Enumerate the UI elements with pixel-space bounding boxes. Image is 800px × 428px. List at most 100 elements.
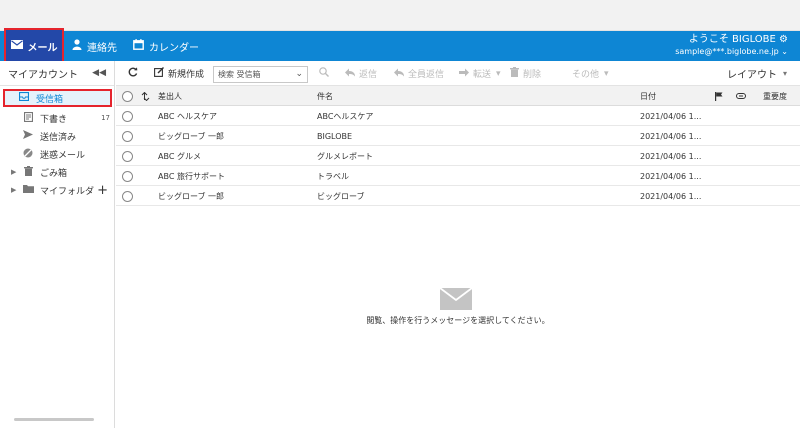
forward-icon — [459, 68, 469, 80]
account-email: sample@***.biglobe.ne.jp — [675, 47, 779, 56]
forward-button[interactable]: 転送 ▾ — [459, 61, 501, 86]
mail-toolbar: 新規作成 検索 受信箱 ⌄ 返信 全員返信 転送 ▾ 削除 その他 ▾ レイアウ… — [116, 61, 800, 86]
search-button[interactable] — [319, 61, 329, 86]
column-importance[interactable]: 重要度 — [763, 86, 787, 106]
collapse-sidebar-icon[interactable]: ◀◀ — [92, 68, 106, 78]
inbox-icon — [18, 91, 30, 104]
reply-all-button[interactable]: 全員返信 — [394, 61, 444, 86]
select-all-checkbox[interactable] — [122, 86, 133, 106]
nav-mail-label: メール — [27, 42, 58, 54]
row-from: ビッグローブ 一郎 — [158, 131, 225, 141]
welcome-text: ようこそ BIGLOBE — [688, 34, 776, 45]
search-input[interactable]: 検索 受信箱 ⌄ — [213, 66, 308, 83]
gear-icon[interactable]: ⚙ — [779, 34, 788, 45]
draft-count-badge: 17 — [101, 114, 110, 122]
sidebar-item-drafts[interactable]: 下書き 17 — [0, 109, 115, 127]
account-menu[interactable]: ようこそ BIGLOBE ⚙ sample@***.biglobe.ne.jp … — [675, 34, 788, 58]
row-date: 2021/04/06 1... — [640, 171, 702, 181]
delete-label: 削除 — [523, 70, 542, 80]
add-folder-icon[interactable]: + — [97, 183, 108, 198]
nav-contacts-tab[interactable]: 連絡先 — [72, 31, 117, 61]
row-date: 2021/04/06 1... — [640, 131, 702, 141]
column-subject[interactable]: 件名 — [317, 86, 333, 106]
row-date: 2021/04/06 1... — [640, 111, 702, 121]
row-subject: ABCヘルスケア — [317, 111, 374, 121]
spam-icon — [22, 148, 34, 161]
reply-icon — [345, 68, 355, 80]
sidebar-item-label: マイフォルダ — [40, 186, 95, 197]
row-from: ABC グルメ — [158, 151, 201, 161]
sent-icon — [22, 130, 34, 142]
nav-calendar-label: カレンダー — [149, 42, 199, 54]
sidebar-item-inbox[interactable]: 受信箱 — [3, 89, 112, 107]
sidebar-item-label: 受信箱 — [36, 94, 64, 105]
search-scope: 検索 受信箱 — [218, 70, 261, 79]
envelope-icon — [439, 287, 473, 313]
calendar-icon — [133, 39, 144, 53]
sidebar-item-label: ごみ箱 — [40, 168, 68, 179]
flag-column-icon[interactable] — [715, 86, 723, 106]
row-checkbox[interactable] — [122, 166, 133, 186]
search-icon — [319, 67, 329, 80]
message-list: ABC ヘルスケア ABCヘルスケア 2021/04/06 1... ビッグロー… — [116, 106, 800, 206]
forward-label: 転送 — [473, 70, 492, 80]
sidebar-item-my-folders[interactable]: ▶ マイフォルダ + — [0, 181, 115, 199]
delete-button[interactable]: 削除 — [510, 61, 541, 86]
sidebar-header: マイアカウント ◀◀ — [0, 61, 114, 86]
nav-calendar-tab[interactable]: カレンダー — [133, 31, 199, 61]
sidebar-item-label: 送信済み — [40, 132, 77, 143]
trash-icon — [22, 165, 34, 179]
layout-button[interactable]: レイアウト ▾ — [727, 61, 787, 86]
other-actions-button[interactable]: その他 ▾ — [572, 61, 609, 86]
refresh-icon — [128, 67, 138, 80]
table-row[interactable]: ABC グルメ グルメレポート 2021/04/06 1... — [116, 146, 800, 166]
chevron-down-icon[interactable]: ⌄ — [781, 47, 788, 56]
row-checkbox[interactable] — [122, 146, 133, 166]
refresh-button[interactable] — [128, 61, 138, 86]
table-row[interactable]: ABC ヘルスケア ABCヘルスケア 2021/04/06 1... — [116, 106, 800, 126]
row-from: ABC 旅行サポート — [158, 171, 225, 181]
chevron-down-icon: ▾ — [496, 68, 501, 79]
nav-mail-tab[interactable]: メール — [4, 28, 64, 64]
expand-triangle-icon[interactable]: ▶ — [11, 168, 16, 176]
column-date[interactable]: 日付 — [640, 86, 656, 106]
attachment-filter-icon[interactable] — [141, 86, 150, 106]
attachment-column-icon[interactable] — [736, 86, 746, 106]
compose-button[interactable]: 新規作成 — [154, 61, 204, 86]
top-navbar: メール 連絡先 カレンダー ようこそ BIGLOBE ⚙ sample@***.… — [0, 28, 800, 64]
sidebar-item-spam[interactable]: 迷惑メール — [0, 145, 115, 163]
mail-icon — [10, 40, 23, 52]
chevron-down-icon[interactable]: ⌄ — [295, 69, 303, 79]
row-from: ビッグローブ 一郎 — [158, 191, 225, 201]
sidebar-scrollbar[interactable] — [14, 418, 94, 421]
preview-pane: 閲覧、操作を行うメッセージを選択してください。 — [116, 207, 800, 428]
sidebar-title: マイアカウント — [8, 69, 78, 81]
folder-sidebar: マイアカウント ◀◀ 受信箱 下書き 17 送信済み 迷惑メール ▶ ごみ箱 ▶… — [0, 61, 115, 428]
row-checkbox[interactable] — [122, 186, 133, 206]
row-subject: グルメレポート — [317, 151, 373, 161]
reply-all-icon — [394, 68, 404, 80]
draft-icon — [22, 111, 34, 125]
table-row[interactable]: ビッグローブ 一郎 BIGLOBE 2021/04/06 1... — [116, 126, 800, 146]
row-checkbox[interactable] — [122, 106, 133, 126]
message-list-header: 差出人 件名 日付 重要度 — [116, 86, 800, 106]
sidebar-item-trash[interactable]: ▶ ごみ箱 — [0, 163, 115, 181]
column-from[interactable]: 差出人 — [158, 86, 182, 106]
row-subject: ビッグローブ — [317, 191, 365, 201]
sidebar-item-sent[interactable]: 送信済み — [0, 127, 115, 145]
expand-triangle-icon[interactable]: ▶ — [11, 186, 16, 194]
reply-button[interactable]: 返信 — [345, 61, 377, 86]
table-row[interactable]: ビッグローブ 一郎 ビッグローブ 2021/04/06 1... — [116, 186, 800, 206]
browser-top-strip — [0, 0, 800, 31]
row-subject: トラベル — [317, 171, 349, 181]
row-checkbox[interactable] — [122, 126, 133, 146]
sidebar-item-label: 迷惑メール — [40, 150, 86, 161]
row-from: ABC ヘルスケア — [158, 111, 217, 121]
chevron-down-icon: ▾ — [604, 68, 609, 79]
folder-icon — [22, 184, 34, 196]
trash-icon — [510, 67, 519, 80]
chevron-down-icon: ▾ — [783, 69, 788, 78]
row-date: 2021/04/06 1... — [640, 151, 702, 161]
row-date: 2021/04/06 1... — [640, 191, 702, 201]
table-row[interactable]: ABC 旅行サポート トラベル 2021/04/06 1... — [116, 166, 800, 186]
